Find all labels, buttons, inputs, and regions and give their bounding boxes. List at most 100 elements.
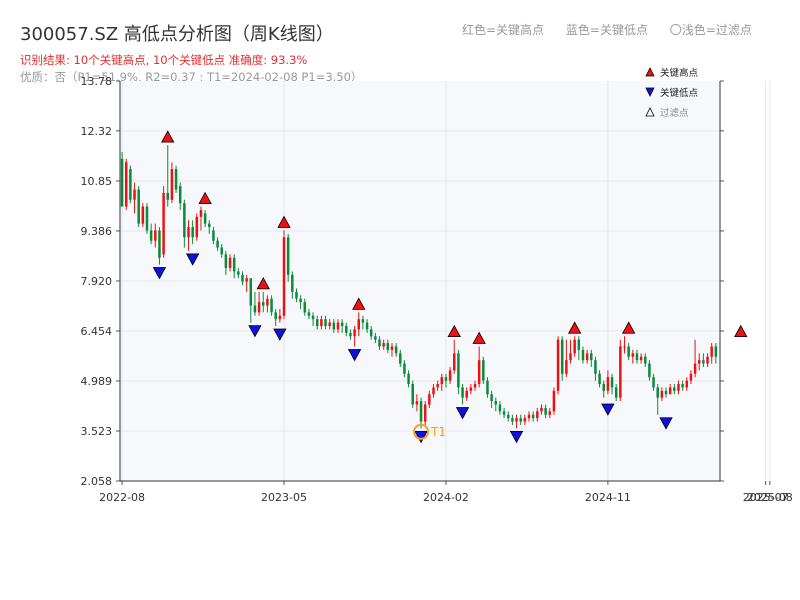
candle-body <box>697 360 701 364</box>
candle-body <box>224 254 228 268</box>
candle-body <box>544 407 547 415</box>
candle-body <box>652 377 655 388</box>
candle-body <box>623 346 626 348</box>
candle-body <box>573 339 576 354</box>
candle-body <box>241 274 244 282</box>
candle-body <box>461 387 464 398</box>
x-tick-label: 2025-07 <box>743 491 789 504</box>
candle-body <box>498 404 502 412</box>
candle-body <box>203 213 207 224</box>
candle-body <box>581 349 585 361</box>
candle-body <box>411 384 414 405</box>
candle-body <box>673 387 676 391</box>
candle-body <box>208 223 211 228</box>
candle-body <box>253 305 257 313</box>
x-tick-label: 2024-11 <box>585 491 631 504</box>
y-tick-label: 9.386 <box>81 225 113 238</box>
candle-body <box>187 227 190 238</box>
candle-body <box>137 189 140 224</box>
candle-body <box>548 411 552 415</box>
candle-body <box>228 257 232 268</box>
candle-body <box>693 363 697 374</box>
candle-body <box>627 346 630 357</box>
candle-body <box>681 384 684 388</box>
candle-body <box>390 346 394 350</box>
candle-body <box>519 418 522 422</box>
y-tick-label: 4.989 <box>81 375 113 388</box>
candle-body <box>216 240 219 248</box>
candle-body <box>220 247 223 255</box>
candle-body <box>594 360 597 374</box>
candle-body <box>361 319 365 323</box>
candle-body <box>436 384 439 388</box>
x-tick-label: 2023-05 <box>261 491 307 504</box>
candle-body <box>668 387 672 395</box>
candle-body <box>286 237 290 275</box>
candle-body <box>423 404 427 422</box>
candle-body <box>635 353 639 361</box>
candle-body <box>374 336 377 340</box>
candle-body <box>315 319 319 327</box>
candle-body <box>237 271 240 275</box>
candle-body <box>399 353 402 364</box>
legend-label: 关键低点 <box>660 87 699 99</box>
candle-body <box>245 278 248 282</box>
candle-body <box>154 230 157 241</box>
candle-body <box>183 203 186 238</box>
candle-body <box>170 169 174 200</box>
candle-body <box>490 394 493 402</box>
candle-body <box>299 298 302 303</box>
candle-body <box>311 315 315 320</box>
candlestick-chart: 2.058 3.523 4.989 6.454 7.920 9.386 10.85 12.32… <box>81 67 793 504</box>
candle-body <box>569 353 572 361</box>
x-tick-label: 2022-08 <box>99 491 145 504</box>
candle-body <box>602 384 605 391</box>
candle-body <box>340 322 344 327</box>
t1-label: T1 <box>430 425 446 439</box>
candle-body <box>531 414 535 419</box>
candle-body <box>120 158 124 207</box>
candle-body <box>403 363 406 374</box>
legend-marker <box>645 67 655 77</box>
candle-body <box>419 401 423 422</box>
candle-body <box>415 401 419 405</box>
candle-body <box>274 312 277 320</box>
x-tick-label: 2024-02 <box>423 491 469 504</box>
candle-body <box>639 356 643 361</box>
candle-body <box>540 407 543 412</box>
candle-body <box>494 401 498 405</box>
candle-body <box>685 380 689 388</box>
y-tick-label: 13.78 <box>81 75 113 88</box>
candle-body <box>465 390 468 398</box>
candle-body <box>199 209 203 217</box>
candle-body <box>324 319 327 327</box>
candle-body <box>369 329 373 337</box>
candle-body <box>453 353 456 371</box>
y-tick-label: 7.920 <box>81 275 113 288</box>
candle-body <box>349 332 352 337</box>
candle-body <box>353 329 356 337</box>
candle-body <box>614 387 618 398</box>
candle-body <box>174 169 178 190</box>
candle-body <box>702 360 705 364</box>
candle-body <box>328 322 331 327</box>
candle-body <box>166 192 169 200</box>
candle-body <box>303 302 307 313</box>
candle-body <box>631 353 635 357</box>
candle-body <box>278 315 282 320</box>
candle-body <box>394 346 398 354</box>
candle-body <box>511 418 514 422</box>
y-tick-label: 3.523 <box>81 425 113 438</box>
candle-body <box>282 237 286 316</box>
candle-body <box>262 302 265 306</box>
y-tick-label: 6.454 <box>81 325 113 338</box>
candle-body <box>515 418 518 422</box>
candle-body <box>407 373 410 385</box>
y-tick-label: 10.85 <box>81 175 113 188</box>
candle-body <box>432 387 435 395</box>
candle-body <box>710 346 713 357</box>
candle-body <box>590 353 593 361</box>
candle-body <box>536 411 539 419</box>
candle-body <box>444 377 448 381</box>
candle-body <box>212 230 215 241</box>
